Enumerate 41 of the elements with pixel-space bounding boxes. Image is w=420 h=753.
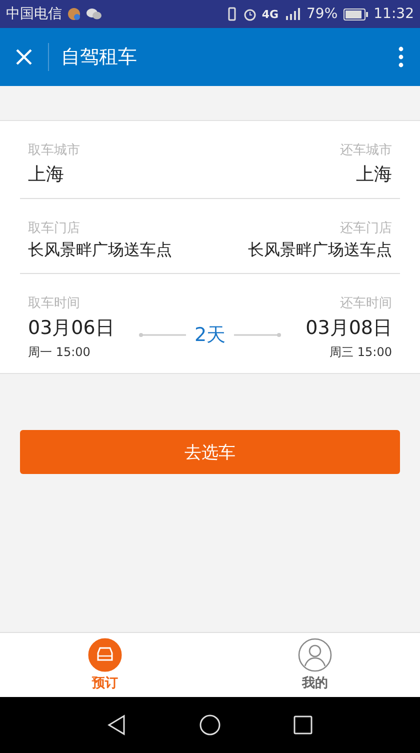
home-icon[interactable] (199, 714, 221, 736)
field-label: 还车时间 (340, 295, 392, 312)
store-value: 长风景畔广场送车点 (248, 240, 392, 261)
right-line-icon (234, 332, 282, 338)
battery-icon (342, 8, 369, 20)
return-store-field[interactable]: 还车门店 长风景畔广场送车点 (248, 219, 392, 261)
tab-item[interactable]: 我的 (210, 633, 420, 697)
alarm-icon (242, 7, 257, 21)
field-label: 取车门店 (28, 220, 80, 237)
return-city-field[interactable]: 还车城市 上海 (340, 141, 392, 186)
duration-text: 2天 (194, 322, 226, 348)
network-type: 4G (262, 8, 279, 20)
back-icon[interactable] (107, 714, 127, 736)
battery-percent: 79% (306, 6, 338, 22)
field-label: 取车城市 (28, 142, 80, 159)
more-menu-icon[interactable] (398, 46, 404, 68)
page-title: 自驾租车 (61, 45, 137, 70)
field-label: 还车门店 (340, 220, 392, 237)
time-value: 周三 15:00 (330, 344, 392, 361)
chat-icon (86, 8, 102, 20)
date-value: 03月08日 (306, 316, 392, 341)
recents-icon[interactable] (293, 715, 313, 735)
person-icon (298, 638, 332, 672)
pickup-time-field[interactable]: 取车时间 03月06日 周一 15:00 (28, 294, 114, 361)
signal-icon (284, 7, 302, 21)
pickup-store-field[interactable]: 取车门店 长风景畔广场送车点 (28, 219, 172, 261)
vibrate-icon (226, 7, 238, 21)
store-value: 长风景畔广场送车点 (28, 240, 172, 261)
city-value: 上海 (28, 163, 64, 186)
left-line-icon (138, 332, 186, 338)
return-time-field[interactable]: 还车时间 03月08日 周三 15:00 (306, 294, 392, 361)
date-value: 03月06日 (28, 316, 114, 341)
close-icon[interactable] (14, 47, 34, 67)
carrier-name: 中国电信 (6, 5, 62, 23)
pickup-city-field[interactable]: 取车城市 上海 (28, 141, 80, 186)
clock-time: 11:32 (374, 6, 414, 22)
field-label: 取车时间 (28, 295, 80, 312)
city-value: 上海 (356, 163, 392, 186)
field-label: 还车城市 (340, 142, 392, 159)
app-notification-icon (67, 7, 81, 21)
time-value: 周一 15:00 (28, 344, 90, 361)
